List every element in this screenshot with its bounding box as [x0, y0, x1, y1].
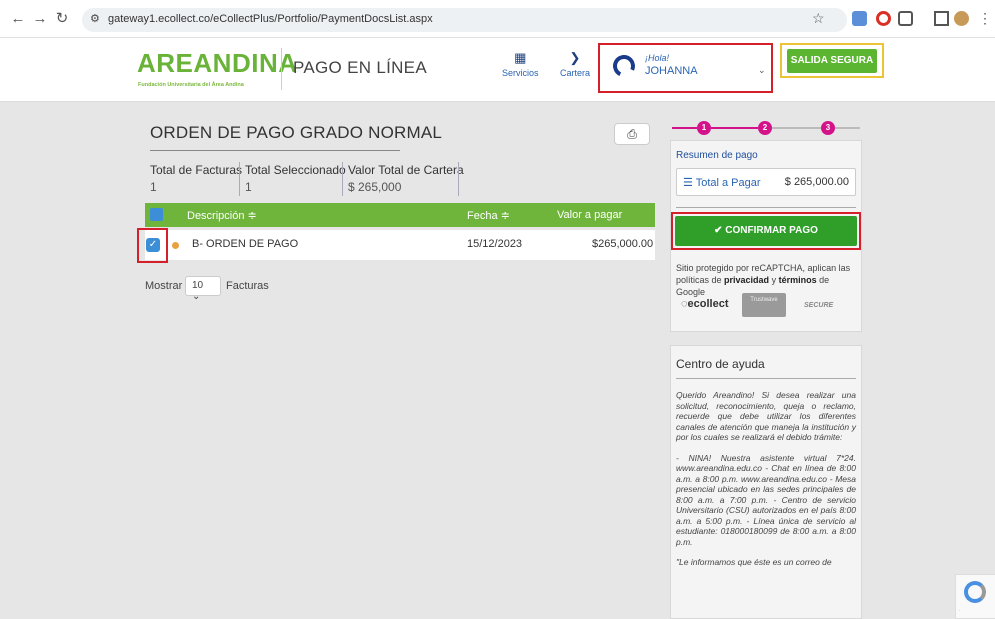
profile-avatar[interactable]	[954, 11, 969, 26]
step-3: 3	[821, 121, 835, 135]
help-paragraph: Querido Areandino! Si desea realizar una…	[676, 390, 856, 442]
user-logo-icon	[609, 51, 639, 81]
summary-divider	[239, 162, 240, 196]
summary-valor-cartera: Valor Total de Cartera $ 265,000	[348, 163, 464, 194]
step-1: 1	[697, 121, 711, 135]
divider	[676, 378, 856, 379]
logo[interactable]: AREANDINA	[137, 48, 298, 79]
forward-icon[interactable]: →	[30, 9, 50, 29]
show-label: Mostrar	[145, 280, 183, 292]
order-title: ORDEN DE PAGO GRADO NORMAL	[150, 123, 443, 142]
total-value: $ 265,000.00	[784, 176, 849, 188]
site-info-icon[interactable]: ⚙	[90, 12, 100, 25]
trustwave-badge[interactable]: Trustwave	[742, 293, 786, 317]
step-line	[772, 127, 821, 129]
bookmark-star-icon[interactable]: ☆	[812, 10, 825, 27]
total-label: ☰ Total a Pagar	[683, 177, 761, 189]
help-body: Querido Areandino! Si desea realizar una…	[676, 390, 856, 578]
summary-value: $ 265,000	[348, 180, 402, 194]
col-descripcion[interactable]: Descripción ≑	[187, 209, 257, 222]
app-header: AREANDINA Fundación Universitaria del Ár…	[0, 38, 995, 102]
recaptcha-widget[interactable]: ·	[955, 574, 995, 619]
extension-icon[interactable]	[852, 11, 867, 26]
page-size-value: 10	[192, 280, 204, 291]
sidepanel-icon[interactable]	[934, 11, 949, 26]
url-text[interactable]: gateway1.ecollect.co/eCollectPlus/Portfo…	[108, 13, 433, 25]
divider	[676, 207, 856, 208]
logout-button[interactable]: SALIDA SEGURA	[787, 49, 877, 73]
col-fecha[interactable]: Fecha ≑	[467, 209, 510, 222]
logout-highlight: SALIDA SEGURA	[780, 43, 884, 78]
resumen-title: Resumen de pago	[676, 150, 758, 161]
back-icon[interactable]: ←	[8, 9, 28, 29]
chevron-down-icon: ⌄	[758, 65, 766, 75]
row-checkbox[interactable]: ✓	[146, 238, 160, 252]
security-badges: ◌ecollect Trustwave SECURE	[676, 290, 858, 324]
nav-cartera[interactable]: ❯ Cartera	[560, 50, 590, 78]
step-2: 2	[758, 121, 772, 135]
step-line	[711, 127, 758, 129]
recaptcha-label: ·	[959, 608, 961, 613]
table-header: Descripción ≑ Fecha ≑ Valor a pagar	[145, 203, 655, 227]
summary-total-seleccionado: Total Seleccionado 1	[245, 163, 346, 194]
summary-divider	[458, 162, 459, 196]
privacy-link[interactable]: privacidad	[724, 275, 769, 285]
row-date: 15/12/2023	[467, 238, 523, 250]
summary-label: Total Seleccionado	[245, 163, 346, 177]
puzzle-icon[interactable]	[898, 11, 913, 26]
total-box: ☰ Total a Pagar $ 265,000.00	[676, 168, 856, 196]
terms-link[interactable]: términos	[779, 275, 817, 285]
summary-value: 1	[150, 180, 157, 194]
step-line	[672, 127, 697, 129]
printer-icon: ⎙	[627, 127, 637, 141]
opera-extension-icon[interactable]	[876, 11, 891, 26]
summary-label: Total de Facturas	[150, 163, 243, 177]
nav-servicios[interactable]: ▦ Servicios	[502, 50, 539, 78]
page-size-select[interactable]: 10 ⌄	[185, 276, 221, 302]
nav-servicios-label: Servicios	[502, 68, 539, 78]
help-paragraph: "Le informamos que éste es un correo de	[676, 557, 832, 567]
browser-toolbar: ← → ↻ ⚙ gateway1.ecollect.co/eCollectPlu…	[0, 0, 995, 38]
confirm-payment-button[interactable]: ✔ CONFIRMAR PAGO	[675, 216, 857, 246]
help-paragraph: - NINA! Nuestra asistente virtual 7*24. …	[676, 452, 856, 547]
title-underline	[150, 150, 400, 151]
row-amount: $265,000.00	[592, 238, 654, 250]
logo-subtitle: Fundación Universitaria del Área Andina	[138, 82, 244, 88]
col-valor: Valor a pagar	[557, 209, 623, 221]
chevron-circle-icon: ❯	[569, 50, 581, 65]
header-divider	[281, 48, 282, 90]
table-row[interactable]: B- ORDEN DE PAGO 15/12/2023 $265,000.00	[145, 230, 655, 260]
ecollect-badge: ◌ecollect	[681, 298, 729, 310]
address-bar[interactable]: ⚙ gateway1.ecollect.co/eCollectPlus/Port…	[82, 8, 847, 32]
secure-badge: SECURE	[804, 302, 834, 309]
menu-dots-icon[interactable]: ⋮	[978, 11, 993, 26]
facturas-label: Facturas	[226, 280, 269, 292]
nav-cartera-label: Cartera	[560, 68, 591, 78]
user-name: JOHANNA	[645, 65, 698, 77]
page-title: PAGO EN LÍNEA	[293, 58, 427, 77]
summary-total-facturas: Total de Facturas 1	[150, 163, 242, 194]
summary-divider	[342, 162, 343, 196]
help-title: Centro de ayuda	[676, 357, 765, 371]
user-menu[interactable]: ¡Hola! JOHANNA ⌄	[598, 43, 773, 93]
recaptcha-icon	[964, 581, 986, 603]
greeting: ¡Hola!	[645, 53, 670, 63]
select-all-checkbox[interactable]	[150, 208, 163, 221]
summary-label: Valor Total de Cartera	[348, 163, 464, 177]
row-description: B- ORDEN DE PAGO	[192, 238, 299, 250]
print-button[interactable]: ⎙	[614, 123, 650, 145]
step-line	[835, 127, 860, 129]
grid-icon: ▦	[514, 50, 527, 65]
summary-value: 1	[245, 180, 252, 194]
reload-icon[interactable]: ↻	[52, 9, 72, 29]
status-dot	[172, 242, 179, 249]
